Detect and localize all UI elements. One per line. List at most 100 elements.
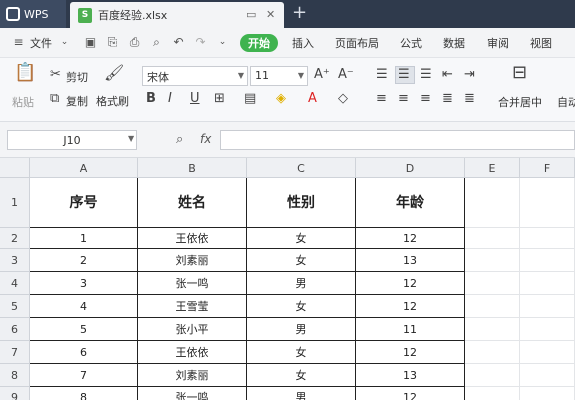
cell-d6[interactable]: 11 — [356, 318, 465, 341]
align-left-icon[interactable]: ≡ — [376, 92, 387, 106]
font-size-select[interactable]: 11 ▼ — [250, 66, 308, 86]
cell-b1[interactable]: 姓名 — [138, 178, 247, 228]
cell-b9[interactable]: 张一鸣 — [138, 387, 247, 400]
row-header-8[interactable]: 8 — [0, 364, 30, 387]
row-header-1[interactable]: 1 — [0, 178, 30, 228]
auto-wrap-button[interactable]: 自动 — [557, 94, 575, 110]
row-header-6[interactable]: 6 — [0, 318, 30, 341]
column-header-c[interactable]: C — [247, 158, 356, 178]
new-tab-icon[interactable]: + — [292, 2, 307, 23]
cut-button[interactable]: 剪切 — [66, 69, 88, 85]
column-header-d[interactable]: D — [356, 158, 465, 178]
cell-f3[interactable] — [520, 249, 575, 272]
cell-e4[interactable] — [465, 272, 520, 295]
cell-c3[interactable]: 女 — [247, 249, 356, 272]
bold-icon[interactable]: B — [146, 92, 156, 106]
font-name-dropdown-icon[interactable]: ▼ — [238, 71, 244, 80]
fx-icon[interactable]: fx — [200, 132, 211, 146]
column-header-e[interactable]: E — [465, 158, 520, 178]
cell-b5[interactable]: 王雪莹 — [138, 295, 247, 318]
zoom-search-icon[interactable]: ⌕ — [176, 132, 183, 147]
close-tab-icon[interactable]: ✕ — [266, 8, 275, 21]
cell-b6[interactable]: 张小平 — [138, 318, 247, 341]
fill-color-icon[interactable]: ◈ — [276, 92, 286, 106]
cell-c1[interactable]: 性别 — [247, 178, 356, 228]
row-header-5[interactable]: 5 — [0, 295, 30, 318]
underline-icon[interactable]: U — [190, 92, 200, 106]
cell-a4[interactable]: 3 — [30, 272, 138, 295]
cell-f7[interactable] — [520, 341, 575, 364]
decrease-font-icon[interactable]: A⁻ — [338, 68, 354, 82]
cell-c5[interactable]: 女 — [247, 295, 356, 318]
cell-f1[interactable] — [520, 178, 575, 228]
cell-b2[interactable]: 王依依 — [138, 228, 247, 249]
justify-icon[interactable]: ≣ — [442, 92, 453, 106]
column-header-b[interactable]: B — [138, 158, 247, 178]
cell-c6[interactable]: 男 — [247, 318, 356, 341]
cell-d2[interactable]: 12 — [356, 228, 465, 249]
format-painter-button[interactable]: 格式刷 — [96, 93, 129, 109]
cell-a5[interactable]: 4 — [30, 295, 138, 318]
tab-review[interactable]: 审阅 — [487, 35, 509, 51]
tab-view[interactable]: 视图 — [530, 35, 552, 51]
align-center-icon[interactable]: ≡ — [398, 92, 409, 106]
cell-e3[interactable] — [465, 249, 520, 272]
font-name-select[interactable]: 宋体 ▼ — [142, 66, 248, 86]
row-header-2[interactable]: 2 — [0, 228, 30, 249]
tab-home[interactable]: 开始 — [240, 34, 278, 52]
tab-insert[interactable]: 插入 — [292, 35, 314, 51]
cell-b3[interactable]: 刘素丽 — [138, 249, 247, 272]
row-header-9[interactable]: 9 — [0, 387, 30, 400]
column-header-f[interactable]: F — [520, 158, 575, 178]
name-box-dropdown-icon[interactable]: ▼ — [128, 134, 134, 143]
file-menu[interactable]: 文件 — [30, 35, 52, 51]
borders-icon[interactable]: ⊞ — [214, 92, 225, 106]
cell-b7[interactable]: 王依依 — [138, 341, 247, 364]
align-top-icon[interactable]: ☰ — [376, 68, 388, 82]
cell-d9[interactable]: 12 — [356, 387, 465, 400]
cell-a3[interactable]: 2 — [30, 249, 138, 272]
paste-button[interactable]: 粘贴 — [12, 94, 34, 110]
cell-a8[interactable]: 7 — [30, 364, 138, 387]
italic-icon[interactable]: I — [168, 92, 172, 106]
cell-e9[interactable] — [465, 387, 520, 400]
cell-f5[interactable] — [520, 295, 575, 318]
document-tab[interactable]: S 百度经验.xlsx ▭ ✕ — [70, 2, 284, 28]
export-icon[interactable]: ⎘ — [106, 36, 119, 49]
cell-e2[interactable] — [465, 228, 520, 249]
cell-d1[interactable]: 年龄 — [356, 178, 465, 228]
merge-center-icon[interactable]: ⊟ — [512, 64, 527, 82]
tab-formulas[interactable]: 公式 — [400, 35, 422, 51]
font-color-icon[interactable]: A — [308, 92, 317, 106]
cell-c2[interactable]: 女 — [247, 228, 356, 249]
hamburger-menu-icon[interactable]: ≡ — [12, 36, 25, 49]
cell-c8[interactable]: 女 — [247, 364, 356, 387]
tab-data[interactable]: 数据 — [443, 35, 465, 51]
font-size-dropdown-icon[interactable]: ▼ — [298, 71, 304, 80]
cell-d4[interactable]: 12 — [356, 272, 465, 295]
format-painter-icon[interactable]: 🖌 — [104, 65, 124, 81]
cell-e7[interactable] — [465, 341, 520, 364]
cell-b8[interactable]: 刘素丽 — [138, 364, 247, 387]
formula-input[interactable] — [220, 130, 575, 150]
cell-e6[interactable] — [465, 318, 520, 341]
align-right-icon[interactable]: ≡ — [420, 92, 431, 106]
cell-f2[interactable] — [520, 228, 575, 249]
align-bottom-icon[interactable]: ☰ — [420, 68, 432, 82]
save-icon[interactable]: ▣ — [84, 36, 97, 49]
cell-a2[interactable]: 1 — [30, 228, 138, 249]
cell-a1[interactable]: 序号 — [30, 178, 138, 228]
wps-app-tab[interactable]: WPS — [0, 0, 66, 28]
merge-center-button[interactable]: 合并居中 — [498, 94, 542, 110]
cell-e8[interactable] — [465, 364, 520, 387]
row-header-3[interactable]: 3 — [0, 249, 30, 272]
increase-font-icon[interactable]: A⁺ — [314, 68, 330, 82]
print-icon[interactable]: ⎙ — [128, 36, 141, 49]
undo-icon[interactable]: ↶ — [172, 36, 185, 49]
cell-d7[interactable]: 12 — [356, 341, 465, 364]
print-preview-icon[interactable]: ⌕ — [150, 36, 163, 49]
restore-tab-icon[interactable]: ▭ — [246, 8, 256, 21]
distributed-icon[interactable]: ≣ — [464, 92, 475, 106]
cell-c9[interactable]: 男 — [247, 387, 356, 400]
paste-icon[interactable]: 📋 — [14, 64, 36, 88]
